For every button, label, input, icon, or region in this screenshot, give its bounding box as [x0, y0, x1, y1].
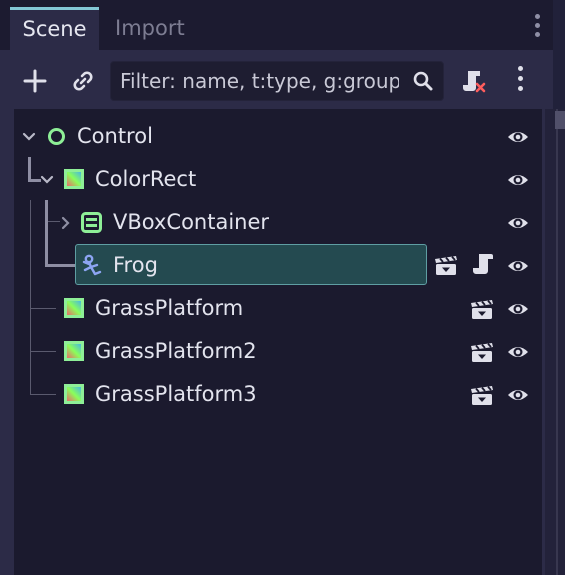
tree-node-vboxcontainer[interactable]: VBoxContainer	[14, 201, 542, 244]
tree-node-grassplatform[interactable]: GrassPlatform	[14, 287, 542, 330]
colorrect-node-icon	[64, 341, 84, 361]
filter-nodes-field	[110, 61, 444, 101]
scene-clapper-icon[interactable]	[469, 298, 495, 320]
search-icon	[413, 71, 433, 91]
scene-clapper-icon[interactable]	[469, 341, 495, 363]
visibility-eye-icon[interactable]	[507, 212, 529, 234]
node-name: Control	[77, 124, 153, 148]
tree-node-grassplatform3[interactable]: GrassPlatform3	[14, 373, 542, 416]
tree-node-grassplatform2[interactable]: GrassPlatform2	[14, 330, 542, 373]
node-name: GrassPlatform	[95, 296, 244, 320]
chevron-right-icon[interactable]	[59, 216, 71, 230]
script-remove-icon	[463, 71, 486, 93]
chevron-down-icon[interactable]	[22, 130, 36, 144]
plus-icon	[23, 69, 47, 93]
add-node-button[interactable]	[18, 64, 52, 98]
node-name: GrassPlatform2	[95, 339, 257, 363]
colorrect-node-icon	[64, 298, 84, 318]
tree-node-colorrect[interactable]: ColorRect	[14, 158, 542, 201]
node-name: GrassPlatform3	[95, 382, 257, 406]
node-name: VBoxContainer	[113, 210, 270, 234]
scene-dock-tabbar: Scene Import	[0, 0, 553, 50]
vboxcontainer-icon	[81, 212, 102, 233]
node-name: Frog	[113, 253, 158, 277]
filter-input[interactable]	[111, 62, 401, 100]
visibility-eye-icon[interactable]	[507, 384, 529, 406]
chevron-down-icon[interactable]	[40, 173, 54, 187]
scene-clapper-icon[interactable]	[433, 254, 459, 276]
detach-script-button[interactable]	[456, 64, 490, 98]
colorrect-node-icon	[64, 384, 84, 404]
scene-clapper-icon[interactable]	[469, 384, 495, 406]
visibility-eye-icon[interactable]	[507, 255, 529, 277]
tab-import[interactable]: Import	[115, 7, 185, 50]
colorrect-node-icon	[64, 169, 84, 189]
control-node-icon	[48, 128, 65, 145]
visibility-eye-icon[interactable]	[507, 169, 529, 191]
scrollbar[interactable]	[545, 109, 565, 575]
sprite-node-icon	[82, 254, 102, 276]
visibility-eye-icon[interactable]	[507, 341, 529, 363]
visibility-eye-icon[interactable]	[507, 298, 529, 320]
link-icon	[73, 71, 93, 91]
tree-node-control[interactable]: Control	[14, 115, 542, 158]
instance-scene-button[interactable]	[66, 64, 100, 98]
script-icon[interactable]	[472, 252, 494, 276]
dock-options-icon[interactable]	[532, 14, 542, 44]
tab-scene[interactable]: Scene	[10, 7, 99, 50]
visibility-eye-icon[interactable]	[507, 126, 529, 148]
tree-node-frog[interactable]: Frog	[14, 244, 542, 287]
more-options-icon[interactable]	[514, 66, 526, 96]
node-name: ColorRect	[95, 167, 197, 191]
